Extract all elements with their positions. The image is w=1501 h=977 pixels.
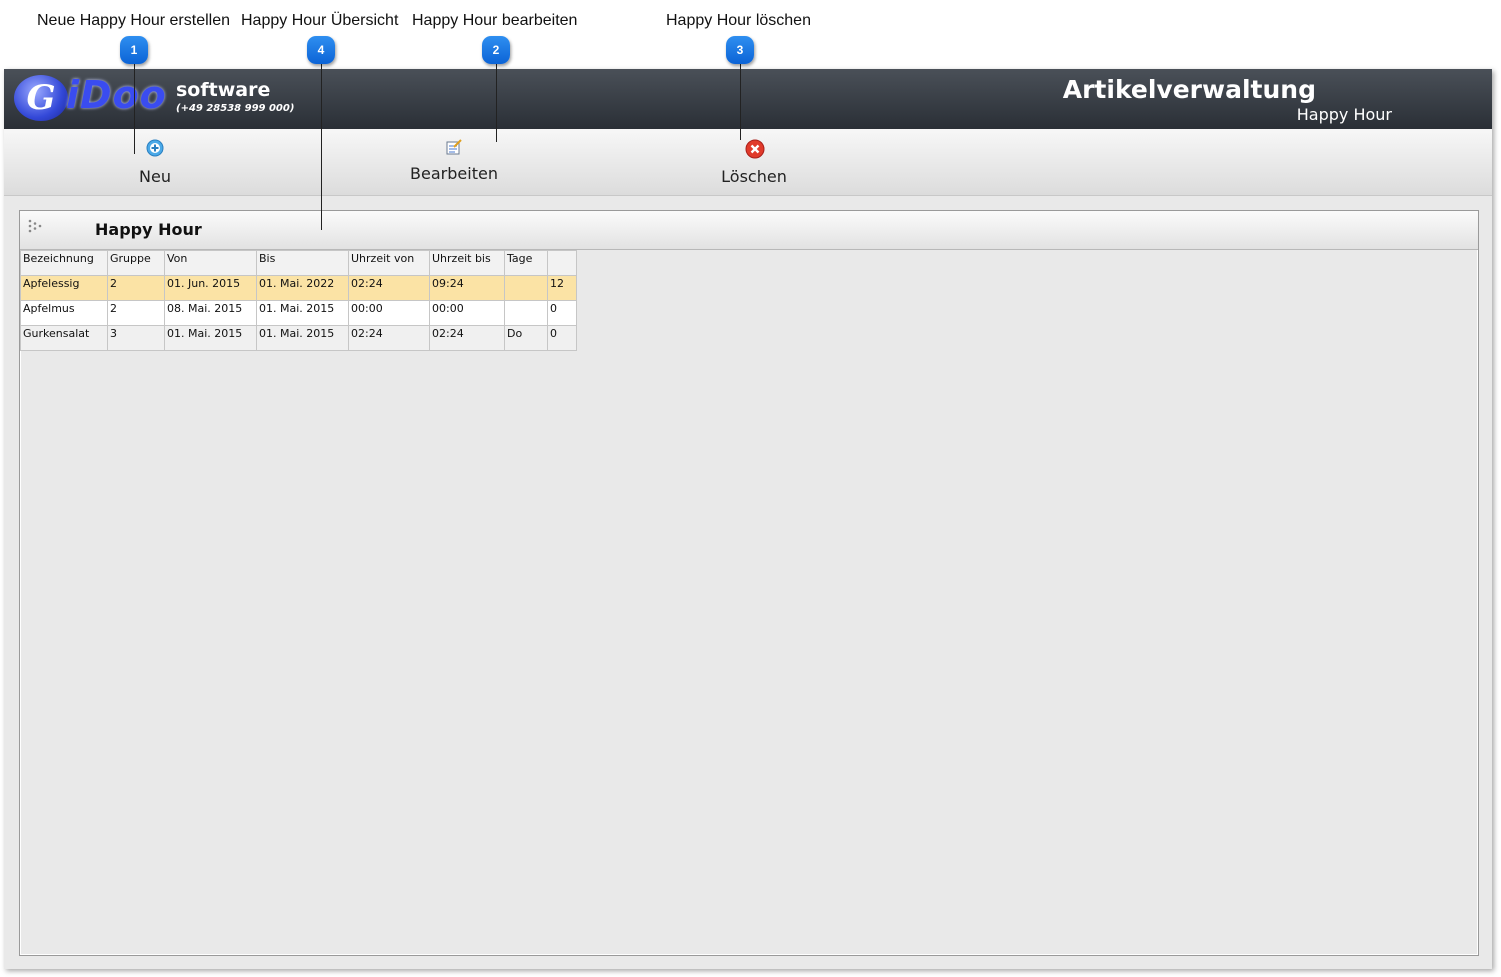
new-button-label: Neu [139,167,171,186]
annotation-badge-1: 1 [120,36,148,64]
new-button[interactable]: Neu [130,139,180,186]
table-cell: 0 [547,325,577,351]
column-header-extra[interactable] [547,250,577,276]
table-cell: 01. Mai. 2022 [256,275,349,301]
table-row[interactable]: Apfelmus 2 08. Mai. 2015 01. Mai. 2015 0… [20,300,577,326]
table-cell: 01. Mai. 2015 [256,300,349,326]
annotation-badge-3: 3 [726,36,754,64]
table-cell: 02:24 [348,325,430,351]
annotation-leader-4 [321,62,322,230]
table-header-row: Bezeichnung Gruppe Von Bis Uhrzeit von U… [20,250,577,276]
edit-note-icon [445,138,463,156]
happy-hour-panel: Happy Hour Bezeichnung Gruppe Von Bis Uh… [19,210,1479,956]
app-window: G iDoo software (+49 28538 999 000) Arti… [4,69,1492,969]
annotation-label-2: Happy Hour bearbeiten [412,12,578,29]
delete-button-label: Löschen [721,167,787,186]
brand-name: software [176,79,271,101]
happy-hour-table: Bezeichnung Gruppe Von Bis Uhrzeit von U… [20,250,577,351]
table-cell: 08. Mai. 2015 [164,300,257,326]
column-header-gruppe[interactable]: Gruppe [107,250,165,276]
table-cell: Apfelmus [20,300,108,326]
table-row[interactable]: Gurkensalat 3 01. Mai. 2015 01. Mai. 201… [20,325,577,351]
column-header-bis[interactable]: Bis [256,250,349,276]
table-cell: 12 [547,275,577,301]
page-title: Artikelverwaltung [1062,75,1316,104]
table-cell: 02:24 [429,325,505,351]
table-cell [504,275,548,301]
delete-button[interactable]: Löschen [714,139,794,186]
column-header-tage[interactable]: Tage [504,250,548,276]
table-cell: 2 [107,300,165,326]
annotation-leader-1 [134,62,135,154]
panel-title: Happy Hour [95,220,202,239]
annotation-badge-4: 4 [307,36,335,64]
table-cell [504,300,548,326]
brand-phone: (+49 28538 999 000) [176,103,295,114]
table-cell: 3 [107,325,165,351]
table-cell: 01. Jun. 2015 [164,275,257,301]
table-cell: 09:24 [429,275,505,301]
edit-button[interactable]: Bearbeiten [404,138,504,183]
panel-header: Happy Hour [20,211,1478,250]
toolbar: Neu Bearbeiten Löschen [4,129,1492,196]
column-header-uhrzeit-bis[interactable]: Uhrzeit bis [429,250,505,276]
annotation-label-4: Happy Hour Übersicht [241,12,399,29]
table-cell: Do [504,325,548,351]
table-cell: 00:00 [348,300,430,326]
annotation-label-1: Neue Happy Hour erstellen [37,12,230,29]
table-cell: 2 [107,275,165,301]
logo-mark-icon: G [14,75,68,121]
table-cell: 02:24 [348,275,430,301]
panel-grip-icon[interactable] [26,217,46,237]
annotation-label-3: Happy Hour löschen [666,12,811,29]
app-header: G iDoo software (+49 28538 999 000) Arti… [4,69,1492,129]
table-row[interactable]: Apfelessig 2 01. Jun. 2015 01. Mai. 2022… [20,275,577,301]
annotation-leader-3 [740,62,741,140]
delete-red-x-icon [745,139,765,159]
column-header-bezeichnung[interactable]: Bezeichnung [20,250,108,276]
column-header-uhrzeit-von[interactable]: Uhrzeit von [348,250,430,276]
table-cell: Gurkensalat [20,325,108,351]
annotation-leader-2 [496,62,497,142]
column-header-von[interactable]: Von [164,250,257,276]
table-cell: 01. Mai. 2015 [256,325,349,351]
page-subtitle: Happy Hour [1296,105,1392,124]
add-circle-icon [146,139,164,157]
logo-text: iDoo [66,73,167,117]
table-cell: 01. Mai. 2015 [164,325,257,351]
table-cell: 0 [547,300,577,326]
table-cell: 00:00 [429,300,505,326]
edit-button-label: Bearbeiten [410,164,498,183]
table-cell: Apfelessig [20,275,108,301]
annotation-badge-2: 2 [482,36,510,64]
